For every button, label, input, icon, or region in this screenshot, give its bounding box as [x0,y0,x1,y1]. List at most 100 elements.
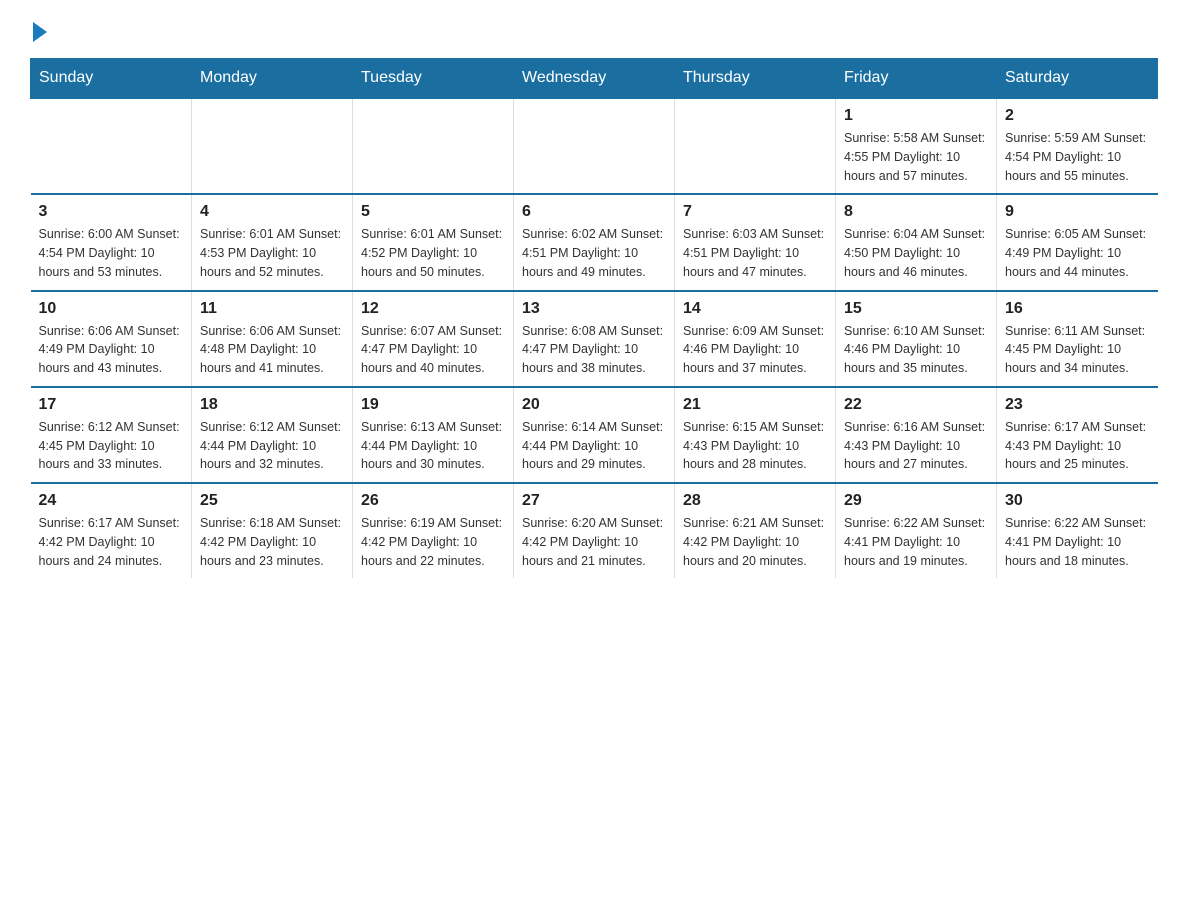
day-info: Sunrise: 6:08 AM Sunset: 4:47 PM Dayligh… [522,322,666,378]
day-number: 10 [39,300,184,318]
calendar-cell: 13 Sunrise: 6:08 AM Sunset: 4:47 PM Dayli… [514,291,675,387]
calendar-cell: 28 Sunrise: 6:21 AM Sunset: 4:42 PM Dayli… [675,483,836,578]
calendar-cell: 26 Sunrise: 6:19 AM Sunset: 4:42 PM Dayli… [353,483,514,578]
day-number: 26 [361,492,505,510]
calendar-cell: 10 Sunrise: 6:06 AM Sunset: 4:49 PM Dayli… [31,291,192,387]
day-info: Sunrise: 6:12 AM Sunset: 4:44 PM Dayligh… [200,418,344,474]
day-info: Sunrise: 6:14 AM Sunset: 4:44 PM Dayligh… [522,418,666,474]
day-info: Sunrise: 6:19 AM Sunset: 4:42 PM Dayligh… [361,514,505,570]
day-number: 7 [683,203,827,221]
day-number: 23 [1005,396,1150,414]
calendar-cell: 17 Sunrise: 6:12 AM Sunset: 4:45 PM Dayli… [31,387,192,483]
calendar-cell: 1 Sunrise: 5:58 AM Sunset: 4:55 PM Daylig… [836,98,997,194]
day-number: 25 [200,492,344,510]
day-number: 18 [200,396,344,414]
day-info: Sunrise: 6:01 AM Sunset: 4:53 PM Dayligh… [200,225,344,281]
calendar-row-2: 10 Sunrise: 6:06 AM Sunset: 4:49 PM Dayli… [31,291,1158,387]
calendar-cell: 22Sunrise: 6:16 AM Sunset: 4:43 PM Dayli… [836,387,997,483]
calendar-cell: 21 Sunrise: 6:15 AM Sunset: 4:43 PM Dayli… [675,387,836,483]
logo [30,20,47,38]
day-info: Sunrise: 6:06 AM Sunset: 4:48 PM Dayligh… [200,322,344,378]
calendar-cell: 3Sunrise: 6:00 AM Sunset: 4:54 PM Daylig… [31,194,192,290]
day-info: Sunrise: 6:16 AM Sunset: 4:43 PM Dayligh… [844,418,988,474]
day-number: 24 [39,492,184,510]
day-number: 2 [1005,107,1150,125]
day-number: 30 [1005,492,1150,510]
calendar-cell: 23 Sunrise: 6:17 AM Sunset: 4:43 PM Dayli… [997,387,1158,483]
calendar-cell [192,98,353,194]
day-info: Sunrise: 6:05 AM Sunset: 4:49 PM Dayligh… [1005,225,1150,281]
day-info: Sunrise: 6:02 AM Sunset: 4:51 PM Dayligh… [522,225,666,281]
calendar-cell: 27Sunrise: 6:20 AM Sunset: 4:42 PM Dayli… [514,483,675,578]
calendar-cell: 15 Sunrise: 6:10 AM Sunset: 4:46 PM Dayli… [836,291,997,387]
calendar-cell [514,98,675,194]
calendar-row-3: 17 Sunrise: 6:12 AM Sunset: 4:45 PM Dayli… [31,387,1158,483]
day-header-thursday: Thursday [675,59,836,99]
day-info: Sunrise: 6:18 AM Sunset: 4:42 PM Dayligh… [200,514,344,570]
day-info: Sunrise: 6:17 AM Sunset: 4:42 PM Dayligh… [39,514,184,570]
day-info: Sunrise: 6:06 AM Sunset: 4:49 PM Dayligh… [39,322,184,378]
page-header [30,20,1158,38]
calendar-row-4: 24 Sunrise: 6:17 AM Sunset: 4:42 PM Dayli… [31,483,1158,578]
calendar-cell: 6Sunrise: 6:02 AM Sunset: 4:51 PM Daylig… [514,194,675,290]
day-header-tuesday: Tuesday [353,59,514,99]
calendar-cell: 29Sunrise: 6:22 AM Sunset: 4:41 PM Dayli… [836,483,997,578]
calendar-cell: 16Sunrise: 6:11 AM Sunset: 4:45 PM Dayli… [997,291,1158,387]
day-info: Sunrise: 6:03 AM Sunset: 4:51 PM Dayligh… [683,225,827,281]
day-info: Sunrise: 6:01 AM Sunset: 4:52 PM Dayligh… [361,225,505,281]
day-info: Sunrise: 6:10 AM Sunset: 4:46 PM Dayligh… [844,322,988,378]
day-number: 27 [522,492,666,510]
calendar-cell: 20 Sunrise: 6:14 AM Sunset: 4:44 PM Dayli… [514,387,675,483]
day-number: 11 [200,300,344,318]
day-number: 21 [683,396,827,414]
calendar-cell [675,98,836,194]
calendar-cell: 2 Sunrise: 5:59 AM Sunset: 4:54 PM Daylig… [997,98,1158,194]
calendar-table: SundayMondayTuesdayWednesdayThursdayFrid… [30,58,1158,578]
day-headers-row: SundayMondayTuesdayWednesdayThursdayFrid… [31,59,1158,99]
calendar-cell: 5 Sunrise: 6:01 AM Sunset: 4:52 PM Daylig… [353,194,514,290]
day-number: 4 [200,203,344,221]
day-number: 9 [1005,203,1150,221]
day-info: Sunrise: 6:04 AM Sunset: 4:50 PM Dayligh… [844,225,988,281]
day-header-sunday: Sunday [31,59,192,99]
day-number: 29 [844,492,988,510]
calendar-cell [353,98,514,194]
day-number: 1 [844,107,988,125]
calendar-row-0: 1 Sunrise: 5:58 AM Sunset: 4:55 PM Daylig… [31,98,1158,194]
calendar-row-1: 3Sunrise: 6:00 AM Sunset: 4:54 PM Daylig… [31,194,1158,290]
day-number: 17 [39,396,184,414]
day-info: Sunrise: 6:17 AM Sunset: 4:43 PM Dayligh… [1005,418,1150,474]
day-number: 15 [844,300,988,318]
day-number: 16 [1005,300,1150,318]
day-info: Sunrise: 6:09 AM Sunset: 4:46 PM Dayligh… [683,322,827,378]
calendar-header: SundayMondayTuesdayWednesdayThursdayFrid… [31,59,1158,99]
day-number: 3 [39,203,184,221]
calendar-cell: 24 Sunrise: 6:17 AM Sunset: 4:42 PM Dayli… [31,483,192,578]
day-info: Sunrise: 5:58 AM Sunset: 4:55 PM Dayligh… [844,129,988,185]
logo-arrow-icon [33,22,47,42]
day-number: 13 [522,300,666,318]
day-info: Sunrise: 6:21 AM Sunset: 4:42 PM Dayligh… [683,514,827,570]
day-header-saturday: Saturday [997,59,1158,99]
day-info: Sunrise: 5:59 AM Sunset: 4:54 PM Dayligh… [1005,129,1150,185]
calendar-cell: 19 Sunrise: 6:13 AM Sunset: 4:44 PM Dayli… [353,387,514,483]
day-info: Sunrise: 6:13 AM Sunset: 4:44 PM Dayligh… [361,418,505,474]
day-number: 28 [683,492,827,510]
calendar-cell: 18 Sunrise: 6:12 AM Sunset: 4:44 PM Dayli… [192,387,353,483]
day-header-monday: Monday [192,59,353,99]
day-header-friday: Friday [836,59,997,99]
day-number: 5 [361,203,505,221]
day-info: Sunrise: 6:15 AM Sunset: 4:43 PM Dayligh… [683,418,827,474]
day-number: 20 [522,396,666,414]
calendar-body: 1 Sunrise: 5:58 AM Sunset: 4:55 PM Daylig… [31,98,1158,578]
calendar-cell: 4 Sunrise: 6:01 AM Sunset: 4:53 PM Daylig… [192,194,353,290]
day-number: 14 [683,300,827,318]
calendar-cell: 7 Sunrise: 6:03 AM Sunset: 4:51 PM Daylig… [675,194,836,290]
day-header-wednesday: Wednesday [514,59,675,99]
calendar-cell [31,98,192,194]
logo-general-text [30,20,47,42]
day-info: Sunrise: 6:12 AM Sunset: 4:45 PM Dayligh… [39,418,184,474]
calendar-cell: 14 Sunrise: 6:09 AM Sunset: 4:46 PM Dayli… [675,291,836,387]
day-number: 19 [361,396,505,414]
day-info: Sunrise: 6:07 AM Sunset: 4:47 PM Dayligh… [361,322,505,378]
